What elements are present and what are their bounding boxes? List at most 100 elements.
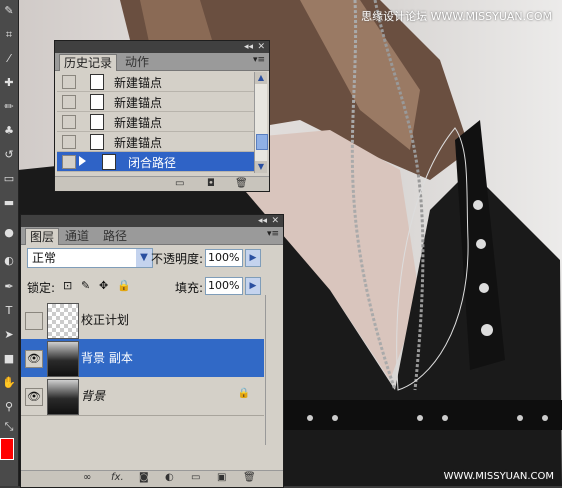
history-source-checkbox[interactable] [62,115,76,129]
hand-tool-icon[interactable]: ✋ [1,376,17,390]
clone-stamp-tool-icon[interactable]: ♣ [1,124,17,138]
opacity-label: 不透明度: [151,252,204,266]
fill-field[interactable]: 100% [205,277,243,295]
history-source-checkbox[interactable] [62,75,76,89]
opacity-field[interactable]: 100% [205,249,243,267]
tools-bar: ✎ ⌗ ⁄ ✚ ✏ ♣ ↺ ▭ ▬ ● ◐ ✒ T ➤ ■ ✋ ⚲ ⤡ [0,0,19,486]
shape-tool-icon[interactable]: ■ [1,352,17,366]
lock-image-icon[interactable]: ✎ [81,279,90,292]
foreground-color-swatch[interactable] [0,438,14,460]
adjustment-icon[interactable]: ◐ [165,473,174,483]
layers-panel-titlebar[interactable]: ◂◂ ✕ [21,215,283,227]
tab-channels[interactable]: 通道 [61,228,93,244]
new-document-from-state-icon[interactable]: ▭ [175,179,184,189]
history-state-icon [90,74,104,90]
watermark-bottom: WWW.MISSYUAN.COM [443,471,554,482]
layer-name[interactable]: 校正计划 [81,311,129,328]
eraser-tool-icon[interactable]: ▭ [1,172,17,186]
history-item[interactable]: 新建锚点 [57,112,257,132]
layer-name[interactable]: 背景 [81,387,105,404]
layers-panel: ◂◂ ✕ 图层 通道 路径 ▾≡ 正常 ▼ 不透明度: 100% ▶ 锁定: ⊡… [20,214,284,488]
history-state-icon [90,94,104,110]
tab-layers[interactable]: 图层 [25,228,60,245]
eye-icon[interactable]: 👁 [25,388,43,406]
lock-all-icon[interactable]: 🔒 [117,279,131,292]
history-item-label: 新建锚点 [114,96,163,110]
chevron-down-icon[interactable]: ▼ [136,249,152,267]
dodge-tool-icon[interactable]: ◐ [1,254,17,268]
group-icon[interactable]: ▭ [191,473,200,483]
lock-icon: 🔒 [237,388,250,399]
history-item-selected[interactable]: 闭合路径 [57,152,257,172]
history-item-label: 新建锚点 [114,136,163,150]
history-state-icon [90,114,104,130]
brush-tool-icon[interactable]: ✏ [1,100,17,114]
history-item[interactable]: 新建锚点 [57,92,257,112]
panel-menu-icon[interactable]: ▾≡ [253,55,265,65]
healing-brush-tool-icon[interactable]: ✚ [1,76,17,90]
close-icon[interactable]: ✕ [271,215,279,227]
history-item[interactable]: 新建锚点 [57,72,257,92]
fx-icon[interactable]: fx. [111,473,124,483]
layer-name[interactable]: 背景 副本 [81,349,133,366]
pen-tool-icon[interactable]: ✒ [1,280,17,294]
lasso-tool-icon[interactable]: ✎ [1,4,17,18]
layer-thumbnail [47,379,79,415]
zoom-tool-icon[interactable]: ⚲ [1,400,17,414]
scroll-up-icon[interactable]: ▲ [255,72,267,84]
visibility-toggle[interactable] [25,312,43,330]
fill-label: 填充: [175,281,204,295]
collapse-icon[interactable]: ◂◂ [244,41,253,53]
blend-mode-value: 正常 [32,251,57,265]
tab-paths[interactable]: 路径 [99,228,131,244]
lock-transparent-icon[interactable]: ⊡ [63,279,72,292]
history-item-label: 新建锚点 [114,116,163,130]
scroll-thumb[interactable] [256,134,268,150]
history-brush-tool-icon[interactable]: ↺ [1,148,17,162]
path-selection-tool-icon[interactable]: ➤ [1,328,17,342]
history-item-label: 闭合路径 [128,156,177,170]
swap-colors-icon[interactable]: ⤡ [1,420,17,434]
tab-history[interactable]: 历史记录 [59,54,118,71]
close-icon[interactable]: ✕ [257,41,265,53]
layer-row[interactable]: 校正计划 [21,301,264,340]
history-source-checkbox[interactable] [62,135,76,149]
panel-menu-icon[interactable]: ▾≡ [267,229,279,239]
watermark-top: 思缘设计论坛 WWW.MISSYUAN.COM [361,10,552,23]
trash-icon[interactable]: 🗑 [243,473,256,483]
opacity-arrow-icon[interactable]: ▶ [245,249,261,267]
fill-arrow-icon[interactable]: ▶ [245,277,261,295]
blend-mode-select[interactable]: 正常 ▼ [27,248,153,268]
layer-row[interactable]: 👁 背景 🔒 [21,377,264,416]
history-item[interactable]: 新建锚点 [57,132,257,152]
snapshot-icon[interactable]: ◘ [207,179,215,189]
new-layer-icon[interactable]: ▣ [217,473,226,483]
layers-tabs: 图层 通道 路径 ▾≡ [21,227,283,245]
history-scrollbar[interactable]: ▲ ▼ [254,72,268,173]
tab-actions[interactable]: 动作 [121,54,153,70]
history-item-label: 新建锚点 [114,76,163,90]
type-tool-icon[interactable]: T [1,304,17,318]
crop-tool-icon[interactable]: ⌗ [1,28,17,42]
layers-scrollbar[interactable] [265,295,282,445]
lock-options-row: 锁定: ⊡ ✎ ✥ 🔒 填充: 100% ▶ [21,275,283,297]
scroll-down-icon[interactable]: ▼ [255,161,267,173]
history-source-checkbox[interactable] [62,95,76,109]
history-panel: ◂◂ ✕ 历史记录 动作 ▾≡ 新建锚点 新建锚点 新建锚点 新建锚点 闭合路径… [54,40,270,192]
layer-thumbnail [47,303,79,339]
history-panel-titlebar[interactable]: ◂◂ ✕ [55,41,269,53]
history-source-checkbox[interactable] [62,155,76,169]
eyedropper-tool-icon[interactable]: ⁄ [1,52,17,66]
history-tabs: 历史记录 动作 ▾≡ [55,53,269,71]
mask-icon[interactable]: ◙ [139,473,149,483]
history-state-icon [90,134,104,150]
trash-icon[interactable]: 🗑 [235,179,248,189]
link-icon[interactable]: ∞ [83,473,91,483]
blur-tool-icon[interactable]: ● [1,226,17,240]
layer-row-selected[interactable]: 👁 背景 副本 [21,339,264,378]
blend-options-row: 正常 ▼ 不透明度: 100% ▶ [21,247,283,269]
lock-position-icon[interactable]: ✥ [99,279,108,292]
gradient-tool-icon[interactable]: ▬ [1,196,17,210]
collapse-icon[interactable]: ◂◂ [258,215,267,227]
eye-icon[interactable]: 👁 [25,350,43,368]
